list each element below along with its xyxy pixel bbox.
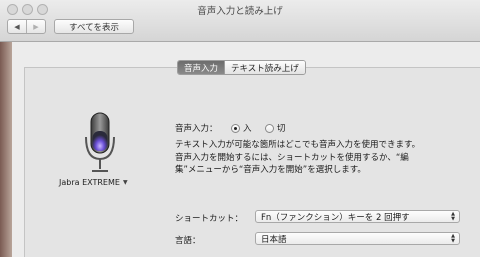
microphone-device-selector[interactable]: Jabra EXTREME ▼ [59,178,128,187]
dropdown-triangle-icon: ▼ [122,179,128,186]
preferences-window: 音声入力と読み上げ ◀ ▶ すべてを表示 音声入力 テキスト読み上げ Jabra… [0,0,480,257]
description-line: テキスト入力が可能な箇所はどこでも音声入力を使用できます。 [175,140,421,150]
shortcut-label: ショートカット： [175,214,244,224]
forward-button[interactable]: ▶ [26,20,45,33]
language-value: 日本語 [261,234,287,245]
dictation-on-radio[interactable]: 入 [231,122,252,134]
chevron-right-icon: ▶ [33,22,39,31]
up-down-arrows-icon: ▲ ▼ [451,233,455,244]
titlebar: 音声入力と読み上げ ◀ ▶ すべてを表示 [0,0,480,42]
shortcut-popup[interactable]: Fn（ファンクション）キーを 2 回押す ▲ ▼ [255,210,460,223]
show-all-button[interactable]: すべてを表示 [54,19,134,34]
back-button[interactable]: ◀ [8,20,26,33]
chevron-left-icon: ◀ [14,22,20,31]
tab-bar: 音声入力 テキスト読み上げ [177,60,306,75]
device-name: Jabra EXTREME [59,178,120,187]
shortcut-value: Fn（ファンクション）キーを 2 回押す [261,212,410,223]
dictation-description: テキスト入力が可能な箇所はどこでも音声入力を使用できます。 音声入力を開始するに… [175,139,475,177]
desktop-background-strip [0,42,12,257]
up-down-arrows-icon: ▲ ▼ [451,211,455,222]
tab-text-to-speech[interactable]: テキスト読み上げ [224,61,305,74]
tab-dictation[interactable]: 音声入力 [178,61,225,74]
dictation-off-label: 切 [277,124,286,134]
nav-button-group: ◀ ▶ [7,19,46,34]
language-label: 言語： [175,236,201,246]
description-line: 集”メニューから“音声入力を開始”を選択します。 [175,165,366,176]
language-popup[interactable]: 日本語 ▲ ▼ [255,232,460,245]
dictation-off-radio[interactable]: 切 [265,122,286,134]
description-line: 音声入力を開始するには、ショートカットを使用するか、“編 [175,152,409,163]
radio-selected-icon [231,123,240,133]
window-title: 音声入力と読み上げ [197,6,283,17]
dictation-on-label: 入 [243,124,252,134]
dictation-label: 音声入力： [175,124,218,134]
radio-unselected-icon [265,123,274,133]
microphone-icon [85,112,115,172]
